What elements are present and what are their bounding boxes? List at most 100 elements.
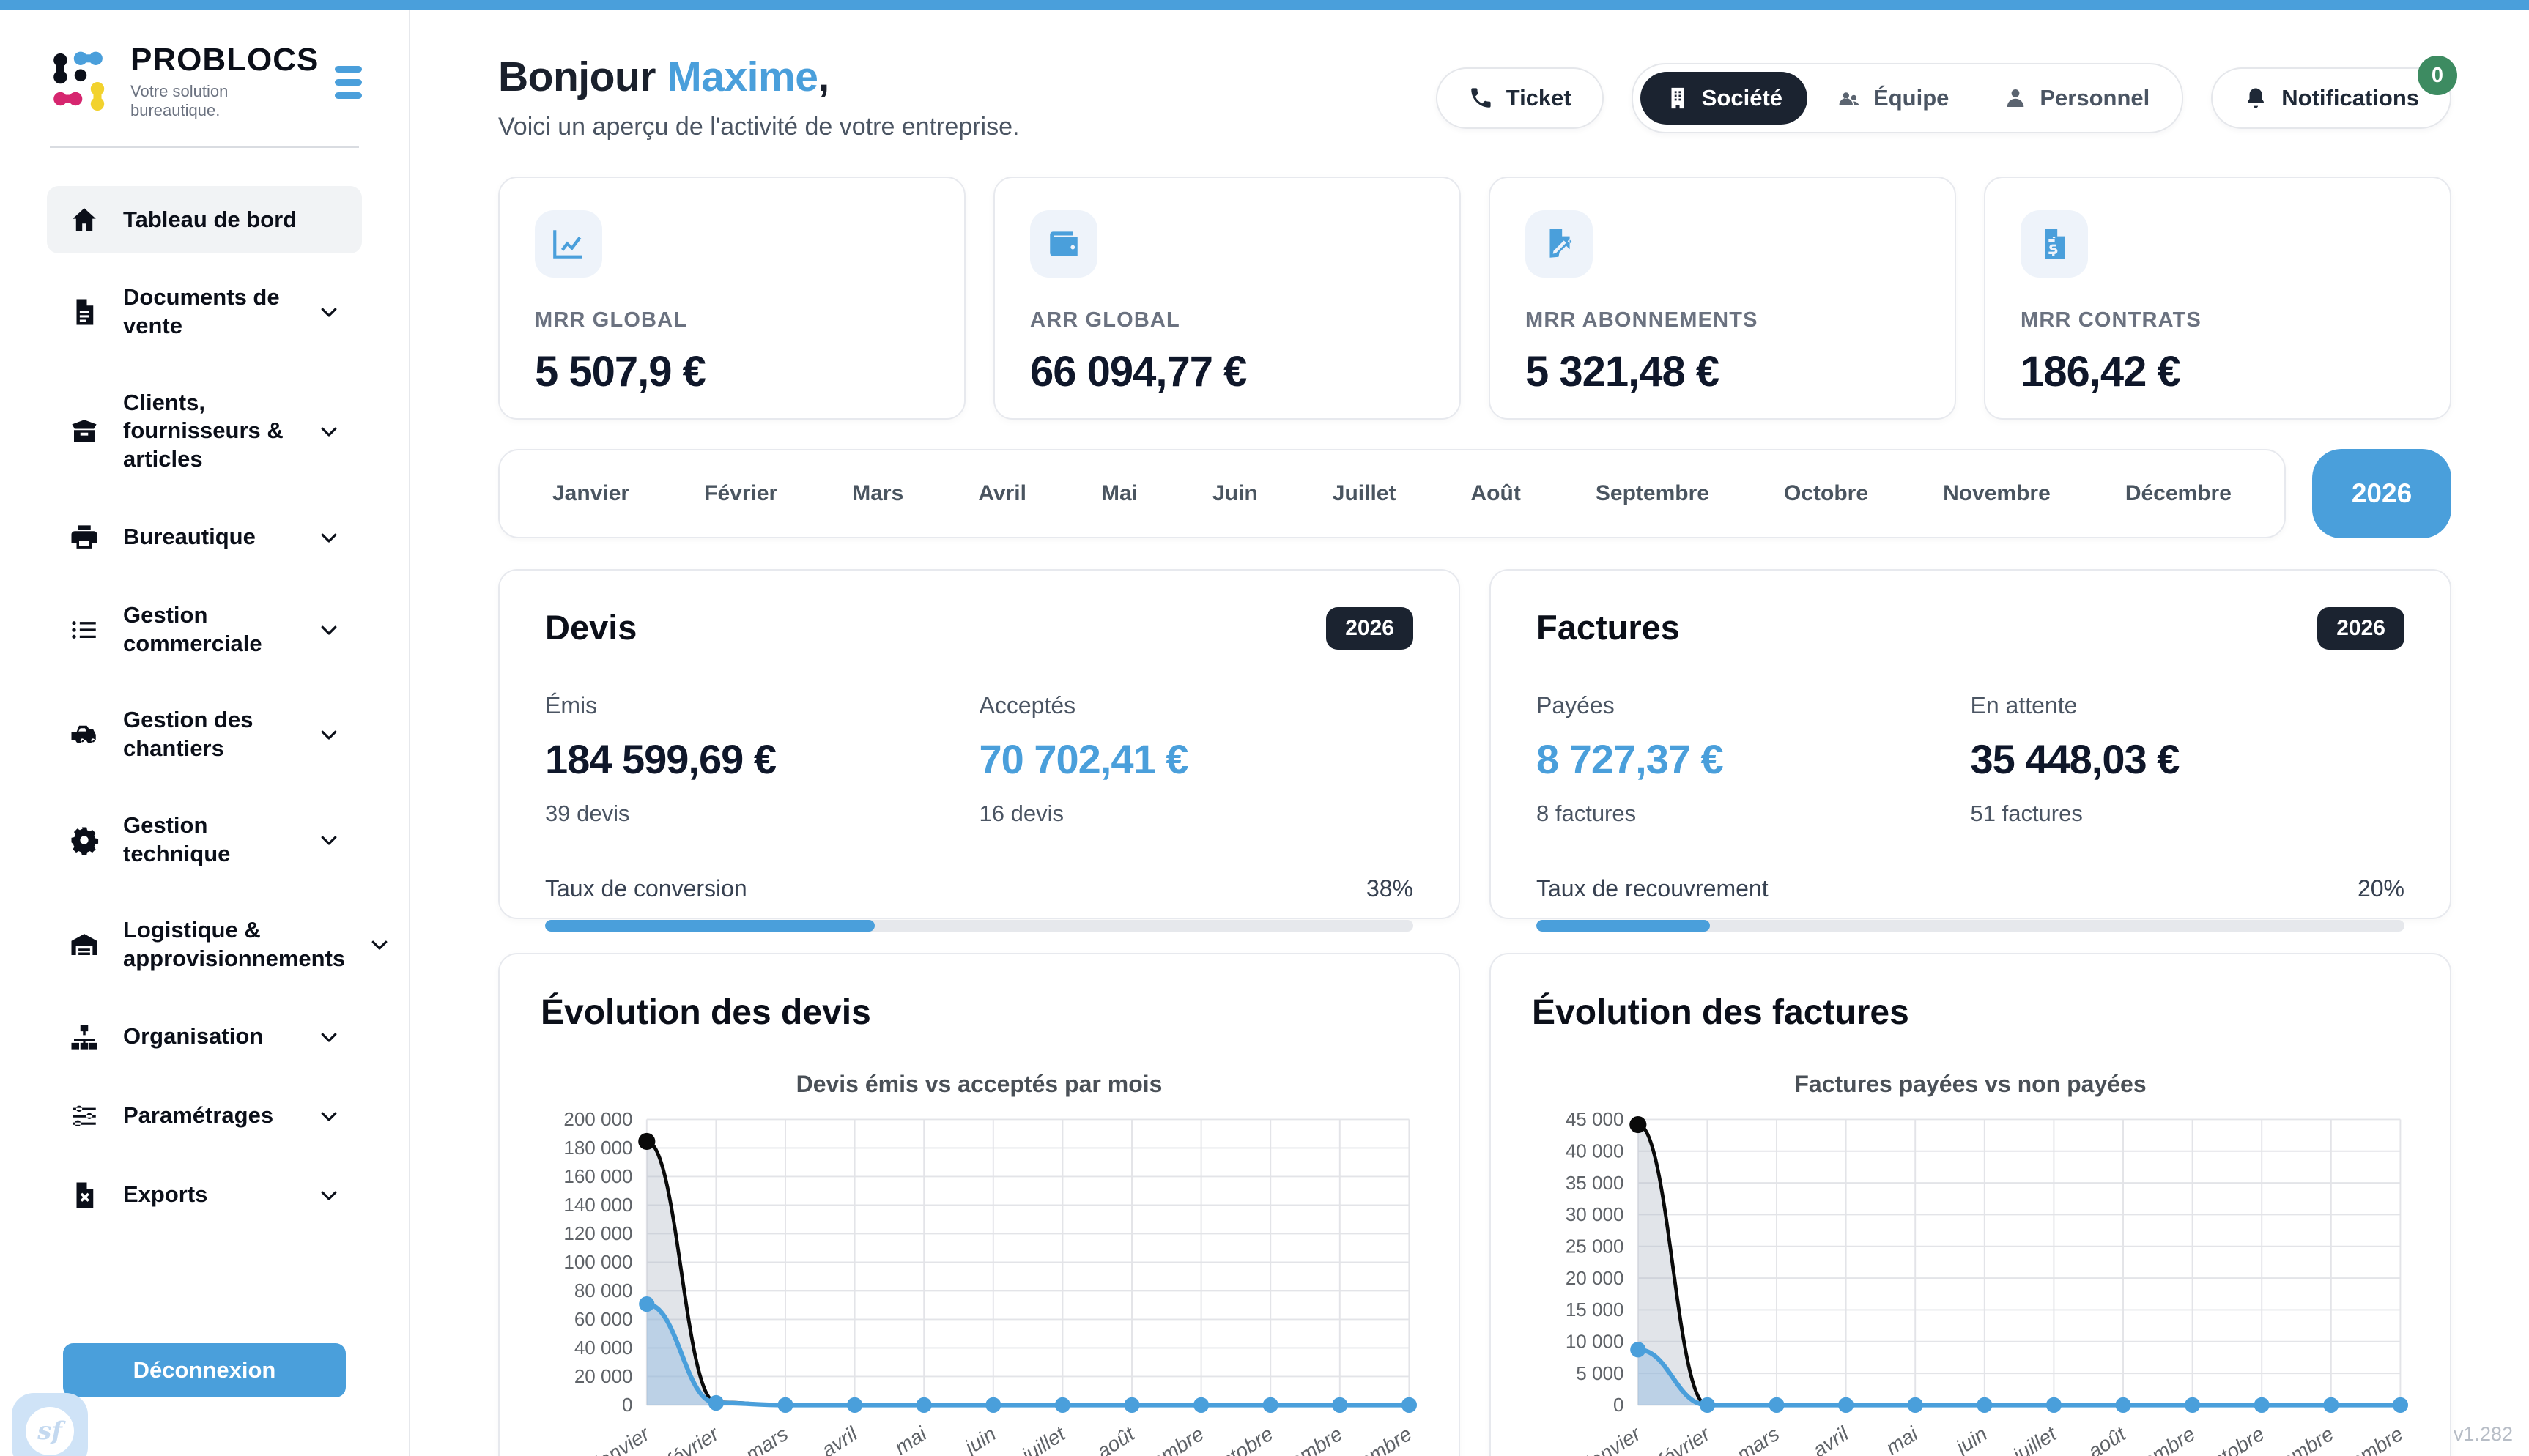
symfony-toolbar-button[interactable]: sf — [12, 1393, 88, 1456]
svg-text:février: février — [662, 1422, 723, 1456]
factures-payees-label: Payées — [1536, 692, 1971, 719]
month-tab-mars[interactable]: Mars — [852, 481, 903, 506]
sidebar-item-documents-de-vente[interactable]: Documents de vente — [47, 265, 362, 359]
svg-text:100 000: 100 000 — [563, 1251, 632, 1273]
devis-title: Devis — [545, 607, 637, 647]
month-tab-novembre[interactable]: Novembre — [1943, 481, 2051, 506]
svg-text:juin: juin — [958, 1422, 1000, 1456]
kpi-card-mrr-contrats: MRR CONTRATS186,42 € — [1984, 177, 2451, 420]
svg-text:0: 0 — [1613, 1394, 1624, 1416]
svg-text:mars: mars — [1733, 1422, 1783, 1456]
kpi-label: MRR GLOBAL — [535, 308, 929, 333]
month-tab-octobre[interactable]: Octobre — [1784, 481, 1868, 506]
sidebar-item-gestion-des-chantiers[interactable]: Gestion des chantiers — [47, 688, 362, 781]
sidebar-item-label: Paramétrages — [123, 1102, 273, 1130]
svg-text:25 000: 25 000 — [1566, 1235, 1624, 1257]
sidebar-item-gestion-technique[interactable]: Gestion technique — [47, 793, 362, 887]
factures-evolution-card: Évolution des facturesFactures payées vs… — [1489, 953, 2451, 1456]
month-tab-fevrier[interactable]: Février — [704, 481, 777, 506]
svg-text:10 000: 10 000 — [1566, 1330, 1624, 1352]
menu-toggle-icon[interactable] — [335, 59, 362, 105]
sidebar-item-logistique-approvisionnements[interactable]: Logistique & approvisionnements — [47, 898, 362, 992]
scope-personnel[interactable]: Personnel — [1978, 72, 2174, 125]
svg-text:mai: mai — [891, 1422, 931, 1456]
chevron-down-icon — [318, 1026, 340, 1048]
svg-text:20 000: 20 000 — [1566, 1267, 1624, 1289]
month-tab-juin[interactable]: Juin — [1212, 481, 1258, 506]
month-tab-septembre[interactable]: Septembre — [1596, 481, 1709, 506]
svg-text:40 000: 40 000 — [1566, 1140, 1624, 1162]
phone-icon — [1468, 86, 1493, 111]
sidebar-divider — [50, 146, 359, 148]
factures-progress-bar — [1536, 920, 2404, 932]
scope-equipe[interactable]: Équipe — [1812, 72, 1974, 125]
main-content: Bonjour Maxime, Voici un aperçu de l'act… — [410, 10, 2529, 1456]
month-tab-decembre[interactable]: Décembre — [2125, 481, 2232, 506]
svg-text:juillet: juillet — [2007, 1422, 2062, 1456]
sidebar-item-gestion-commerciale[interactable]: Gestion commerciale — [47, 583, 362, 677]
factures-rate-value: 20% — [2358, 875, 2404, 902]
ticket-button[interactable]: Ticket — [1436, 67, 1604, 129]
sidebar-item-label: Gestion des chantiers — [123, 706, 295, 763]
notifications-button[interactable]: Notifications — [2211, 67, 2451, 129]
svg-text:15 000: 15 000 — [1566, 1299, 1624, 1321]
month-tab-aout[interactable]: Août — [1471, 481, 1521, 506]
svg-text:20 000: 20 000 — [574, 1365, 633, 1387]
notifications-count-badge: 0 — [2418, 56, 2457, 95]
svg-text:140 000: 140 000 — [563, 1194, 632, 1216]
sidebar-item-organisation[interactable]: Organisation — [47, 1003, 362, 1071]
app-version: v1.282 — [2454, 1423, 2513, 1446]
sidebar-item-label: Logistique & approvisionnements — [123, 916, 345, 973]
file-invoice-icon — [2036, 226, 2073, 262]
sidebar-item-bureautique[interactable]: Bureautique — [47, 504, 362, 571]
logout-button[interactable]: Déconnexion — [63, 1343, 346, 1397]
sidebar-item-label: Organisation — [123, 1022, 263, 1051]
month-tab-mai[interactable]: Mai — [1101, 481, 1138, 506]
svg-text:5 000: 5 000 — [1576, 1362, 1623, 1384]
user-name: Maxime — [667, 53, 818, 100]
chart-title: Évolution des factures — [1532, 992, 2409, 1033]
svg-text:200 000: 200 000 — [563, 1108, 632, 1130]
sitemap-icon — [69, 1022, 100, 1052]
year-button[interactable]: 2026 — [2312, 449, 2451, 538]
sidebar-item-label: Gestion technique — [123, 811, 295, 869]
svg-text:0: 0 — [622, 1394, 633, 1416]
month-tab-janvier[interactable]: Janvier — [552, 481, 629, 506]
box-icon — [69, 416, 100, 447]
chart-subtitle: Devis émis vs acceptés par mois — [541, 1071, 1418, 1098]
chart-plot: 05 00010 00015 00020 00025 00030 00035 0… — [1532, 1108, 2409, 1456]
brand-tagline: Votre solution bureautique. — [130, 82, 319, 120]
svg-text:octobre: octobre — [2199, 1422, 2268, 1456]
scope-societe[interactable]: Société — [1640, 72, 1807, 125]
building-icon — [1665, 86, 1690, 111]
month-tab-avril[interactable]: Avril — [978, 481, 1026, 506]
svg-text:60 000: 60 000 — [574, 1308, 633, 1330]
scope-segmented-control: SociétéÉquipePersonnel — [1632, 63, 2184, 133]
svg-text:juillet: juillet — [1015, 1422, 1070, 1456]
svg-text:juin: juin — [1949, 1422, 1991, 1456]
devis-emis-block: Émis 184 599,69 € 39 devis — [545, 692, 980, 827]
brand-name: PROBLOCS — [130, 44, 319, 76]
svg-text:avril: avril — [1809, 1422, 1854, 1456]
svg-text:janvier: janvier — [588, 1422, 654, 1456]
factures-attente-block: En attente 35 448,03 € 51 factures — [1971, 692, 2405, 827]
chevron-down-icon — [318, 724, 340, 746]
factures-attente-count: 51 factures — [1971, 801, 2405, 827]
sidebar-item-tableau-de-bord[interactable]: Tableau de bord — [47, 186, 362, 253]
month-tab-juillet[interactable]: Juillet — [1333, 481, 1396, 506]
home-icon — [69, 204, 100, 235]
chevron-down-icon — [318, 301, 340, 323]
devis-emis-label: Émis — [545, 692, 980, 719]
devis-emis-count: 39 devis — [545, 801, 980, 827]
svg-text:octobre: octobre — [1207, 1422, 1277, 1456]
svg-text:40 000: 40 000 — [574, 1337, 633, 1359]
factures-attente-value: 35 448,03 € — [1971, 735, 2405, 783]
page-subtitle: Voici un aperçu de l'activité de votre e… — [498, 113, 1019, 141]
wallet-icon — [1045, 226, 1082, 262]
sidebar-item-parametrages[interactable]: Paramétrages — [47, 1082, 362, 1150]
chevron-down-icon — [318, 1184, 340, 1206]
sidebar-item-exports[interactable]: Exports — [47, 1162, 362, 1229]
devis-year-badge: 2026 — [1326, 607, 1413, 650]
sidebar-item-clients-fournisseurs-articles[interactable]: Clients, fournisseurs & articles — [47, 371, 362, 492]
devis-rate-label: Taux de conversion — [545, 875, 747, 902]
